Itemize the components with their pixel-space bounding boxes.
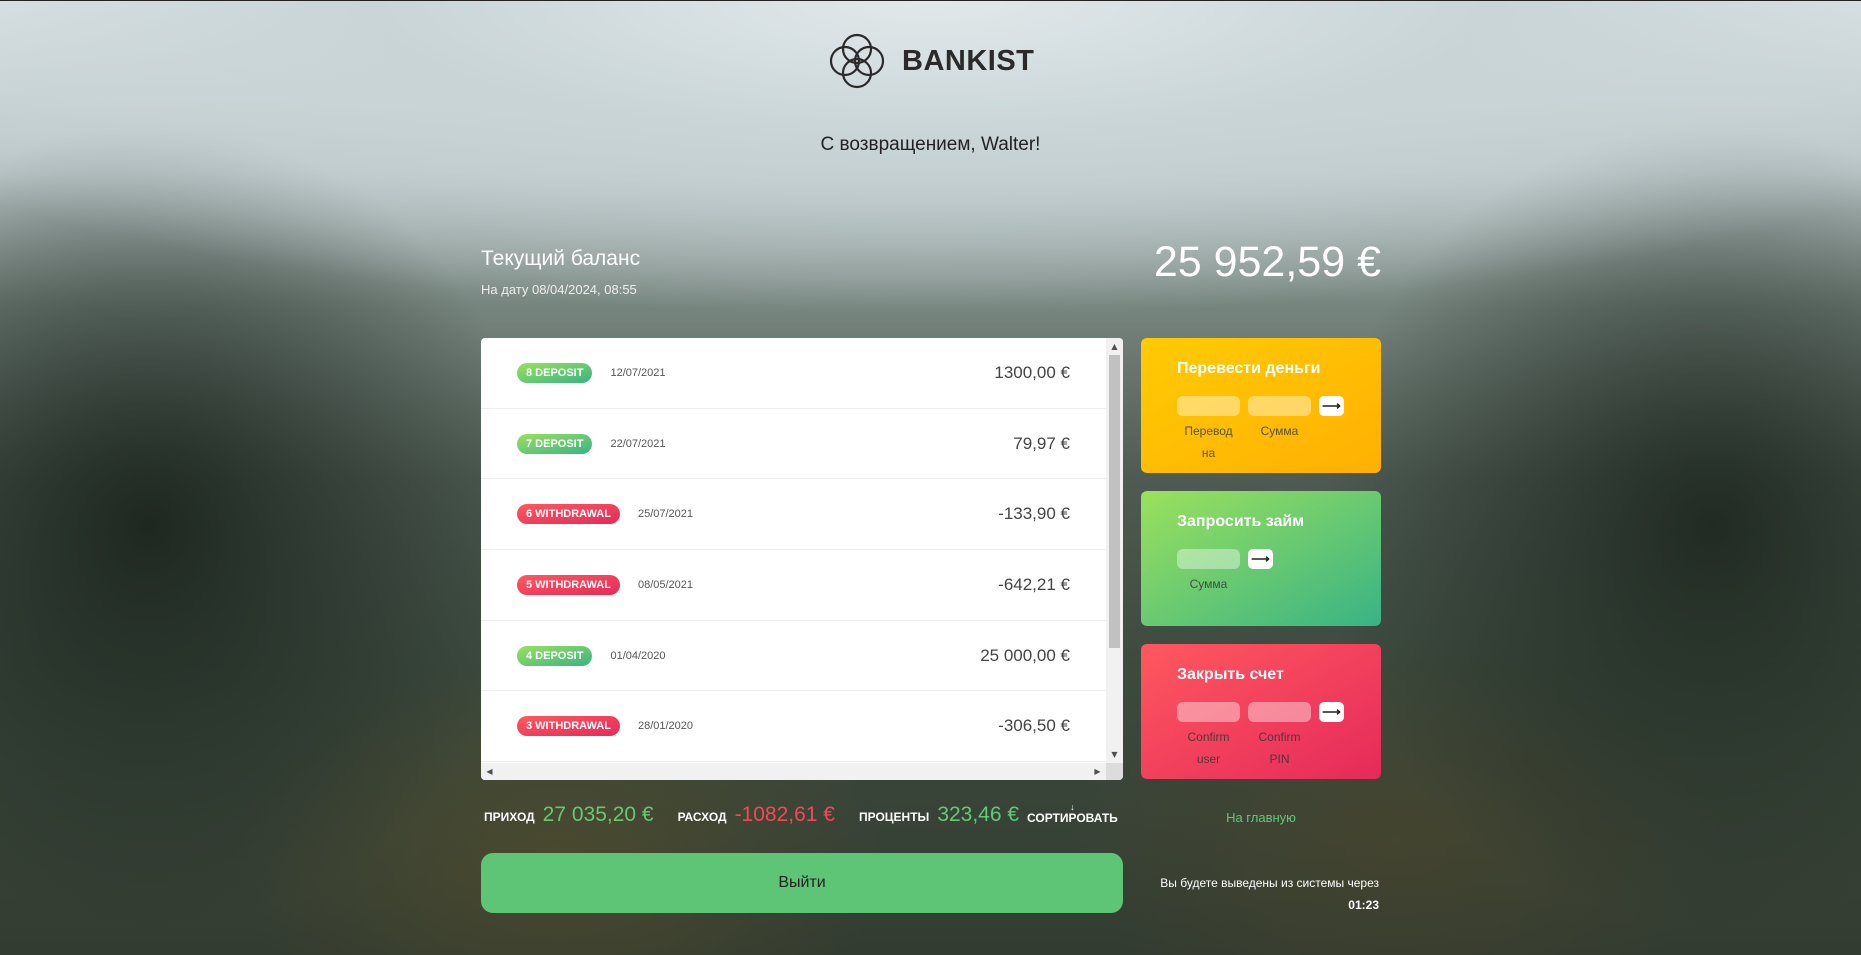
summary-out-value: -1082,61 € xyxy=(734,803,835,826)
movement-value: 1300,00 € xyxy=(994,362,1070,382)
movement-value: -133,90 € xyxy=(998,504,1070,524)
timer-message: Вы будете выведены из системы через xyxy=(1160,876,1379,890)
summary-in-value: 27 035,20 € xyxy=(542,803,654,826)
movement-date: 25/07/2021 xyxy=(637,508,694,521)
timer-value: 01:23 xyxy=(1348,898,1379,912)
close-form: Confirm user Confirm PIN ⟶ xyxy=(1177,702,1345,770)
bankist-logo-icon xyxy=(829,33,885,89)
summary: Приход 27 035,20 € Расход -1082,61 € Про… xyxy=(484,803,1043,827)
close-title: Закрыть счет xyxy=(1177,666,1284,683)
scroll-right-icon[interactable]: ▶ xyxy=(1089,763,1106,780)
movement-date: 22/07/2021 xyxy=(610,437,666,450)
balance-date: На дату 08/04/2024, 08:55 xyxy=(481,282,637,297)
scroll-left-icon[interactable]: ◀ xyxy=(481,763,498,780)
loan-amount-label: Сумма xyxy=(1189,577,1228,591)
movement-value: 79,97 € xyxy=(1013,433,1070,453)
summary-interest-label: Проценты xyxy=(858,810,930,824)
loan-panel: Запросить займ Сумма ⟶ xyxy=(1141,491,1381,626)
summary-out-label: Расход xyxy=(677,810,727,824)
scroll-down-icon[interactable]: ▼ xyxy=(1106,746,1123,763)
close-pin-input[interactable] xyxy=(1248,702,1311,722)
movement-type-badge: 4 DEPOSIT xyxy=(517,645,593,666)
logout-button[interactable]: Выйти xyxy=(481,853,1123,913)
transfer-title: Перевести деньги xyxy=(1177,360,1321,377)
transfer-submit-button[interactable]: ⟶ xyxy=(1319,396,1344,416)
movement-row: 4 DEPOSIT 01/04/2020 25 000,00 € xyxy=(481,621,1106,692)
transfer-to-label: Перевод на xyxy=(1184,424,1233,460)
close-pin-label: Confirm PIN xyxy=(1258,730,1301,766)
summary-interest-value: 323,46 € xyxy=(937,803,1020,826)
movement-date: 12/07/2021 xyxy=(610,366,666,379)
horizontal-scrollbar[interactable]: ◀ ▶ xyxy=(481,763,1106,780)
scroll-up-icon[interactable]: ▲ xyxy=(1106,338,1123,355)
summary-in-label: Приход xyxy=(484,810,535,824)
loan-form: Сумма ⟶ xyxy=(1177,549,1345,595)
close-user-input[interactable] xyxy=(1177,702,1240,722)
sort-label: Сортировать xyxy=(1027,811,1118,825)
arrow-right-icon: ⟶ xyxy=(1322,398,1341,413)
welcome-message: С возвращением, Walter! xyxy=(820,134,1041,155)
loan-amount-input[interactable] xyxy=(1177,549,1240,569)
logout-timer: Вы будете выведены из системы через 01:2… xyxy=(1119,872,1379,916)
movement-date: 08/05/2021 xyxy=(637,578,694,591)
balance-label: Текущий баланс xyxy=(481,247,641,270)
movement-type-badge: 8 DEPOSIT xyxy=(517,362,593,383)
sort-button[interactable]: ↓ Сортировать xyxy=(1027,803,1118,825)
balance-value: 25 952,59 € xyxy=(1153,238,1381,286)
close-account-panel: Закрыть счет Confirm user Confirm PIN ⟶ xyxy=(1141,644,1381,779)
home-link[interactable]: На главную xyxy=(1141,810,1381,825)
movement-type-badge: 7 DEPOSIT xyxy=(517,433,593,454)
movement-value: -642,21 € xyxy=(998,574,1070,594)
movement-row: 7 DEPOSIT 22/07/2021 79,97 € xyxy=(481,409,1106,480)
movement-date: 28/01/2020 xyxy=(637,720,694,733)
movement-type-badge: 3 WITHDRAWAL xyxy=(517,716,620,737)
transfer-amount-input[interactable] xyxy=(1248,396,1311,416)
loan-title: Запросить займ xyxy=(1177,513,1305,530)
transfer-amount-label: Сумма xyxy=(1260,424,1299,438)
movement-value: 25 000,00 € xyxy=(980,645,1070,665)
movement-date: 01/04/2020 xyxy=(610,649,666,662)
movement-row: 8 DEPOSIT 12/07/2021 1300,00 € xyxy=(481,338,1106,409)
close-user-label: Confirm user xyxy=(1187,730,1230,766)
transfer-form: Перевод на Сумма ⟶ xyxy=(1177,396,1345,464)
transfer-to-input[interactable] xyxy=(1177,396,1240,416)
movement-type-badge: 5 WITHDRAWAL xyxy=(517,574,620,595)
arrow-right-icon: ⟶ xyxy=(1322,704,1341,719)
movement-row: 6 WITHDRAWAL 25/07/2021 -133,90 € xyxy=(481,479,1106,551)
movements-panel[interactable]: 8 DEPOSIT 12/07/2021 1300,00 € 7 DEPOSIT 22/… xyxy=(481,338,1123,780)
close-submit-button[interactable]: ⟶ xyxy=(1319,702,1344,722)
scrollbar-corner xyxy=(1106,763,1123,780)
scrollbar-thumb[interactable] xyxy=(1109,355,1120,648)
movement-type-badge: 6 WITHDRAWAL xyxy=(517,504,620,525)
logo-text: BANKIST xyxy=(902,44,1035,77)
movement-value: -306,50 € xyxy=(998,716,1070,736)
arrow-right-icon: ⟶ xyxy=(1251,551,1270,566)
logo: BANKIST xyxy=(826,30,1034,92)
movement-row: 3 WITHDRAWAL 28/01/2020 -306,50 € xyxy=(481,691,1106,763)
top-border xyxy=(0,0,1861,1)
vertical-scrollbar[interactable]: ▲ ▼ xyxy=(1106,338,1123,763)
transfer-panel: Перевести деньги Перевод на Сумма ⟶ xyxy=(1141,338,1381,473)
movements-list: 8 DEPOSIT 12/07/2021 1300,00 € 7 DEPOSIT 22/… xyxy=(481,338,1106,763)
loan-submit-button[interactable]: ⟶ xyxy=(1248,549,1273,569)
movement-row: 5 WITHDRAWAL 08/05/2021 -642,21 € xyxy=(481,550,1106,621)
